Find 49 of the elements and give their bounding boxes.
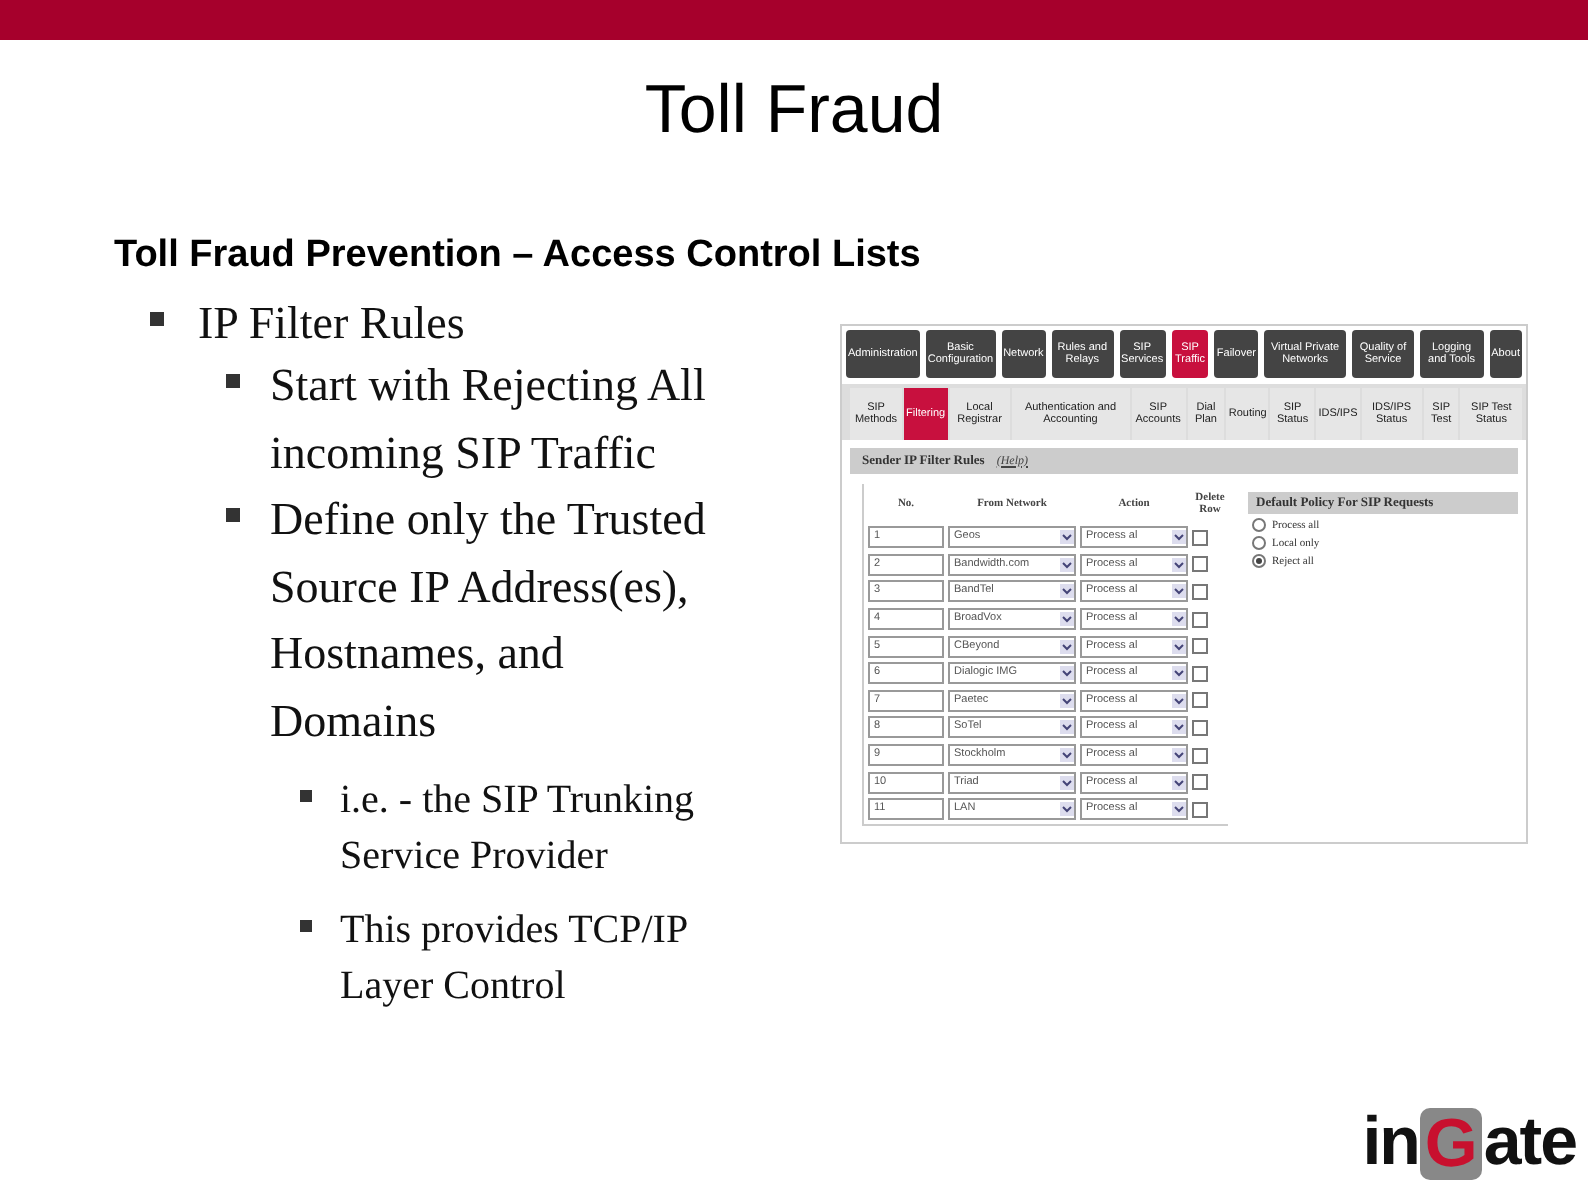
dropdown-arrow-icon — [1172, 693, 1186, 708]
dropdown-arrow-icon — [1060, 612, 1074, 627]
bullet-text: Define only the Trusted Source IP Address(es), Hostnames, and Domains — [270, 492, 708, 749]
dropdown-arrow-icon — [1060, 802, 1074, 817]
radio-button[interactable] — [1252, 536, 1266, 550]
dropdown-arrow-icon — [1172, 720, 1186, 735]
dropdown-arrow-icon — [1172, 802, 1186, 817]
delete-checkbox[interactable] — [1192, 719, 1208, 736]
dropdown-arrow-icon — [1060, 557, 1074, 572]
delete-checkbox[interactable] — [1192, 747, 1208, 764]
delete-checkbox[interactable] — [1192, 638, 1208, 655]
company-logo: inGate — [1362, 1104, 1576, 1182]
dropdown-arrow-icon — [1172, 557, 1186, 572]
bullet-icon — [150, 312, 164, 326]
radio-button[interactable] — [1252, 518, 1266, 532]
dropdown-arrow-icon — [1060, 693, 1074, 708]
delete-checkbox[interactable] — [1192, 556, 1208, 573]
delete-checkbox[interactable] — [1192, 692, 1208, 709]
bullet-icon — [226, 508, 240, 522]
bullet-text: This provides TCP/IP Layer Control — [340, 906, 689, 1012]
dropdown-arrow-icon — [1060, 748, 1074, 763]
slide-title: Toll Fraud — [642, 74, 946, 146]
dropdown-arrow-icon — [1060, 720, 1074, 735]
bullet-icon — [300, 790, 312, 802]
bullet-text: i.e. - the SIP Trunking Service Provider — [340, 776, 697, 882]
dropdown-arrow-icon — [1172, 775, 1186, 790]
dropdown-arrow-icon — [1172, 584, 1186, 599]
radio-button[interactable] — [1252, 554, 1266, 568]
dropdown-arrow-icon — [1172, 666, 1186, 681]
bullet-icon — [226, 374, 240, 388]
dropdown-arrow-icon — [1060, 530, 1074, 545]
bullet-text: Start with Rejecting All incoming SIP Traffic — [270, 358, 708, 482]
delete-checkbox[interactable] — [1192, 774, 1208, 791]
delete-checkbox[interactable] — [1192, 611, 1208, 628]
dropdown-arrow-icon — [1172, 612, 1186, 627]
delete-checkbox[interactable] — [1192, 529, 1208, 546]
dropdown-arrow-icon — [1172, 748, 1186, 763]
dropdown-arrow-icon — [1060, 775, 1074, 790]
dropdown-arrow-icon — [1060, 584, 1074, 599]
delete-checkbox[interactable] — [1192, 801, 1208, 818]
dropdown-arrow-icon — [1172, 639, 1186, 654]
delete-checkbox[interactable] — [1192, 665, 1208, 682]
bullet-icon — [300, 920, 312, 932]
bullet-text: IP Filter Rules — [198, 296, 467, 352]
dropdown-arrow-icon — [1060, 666, 1074, 681]
dropdown-arrow-icon — [1060, 639, 1074, 654]
slide-subtitle: Toll Fraud Prevention – Access Control Lists — [114, 236, 923, 276]
dropdown-arrow-icon — [1172, 530, 1186, 545]
delete-checkbox[interactable] — [1192, 583, 1208, 600]
